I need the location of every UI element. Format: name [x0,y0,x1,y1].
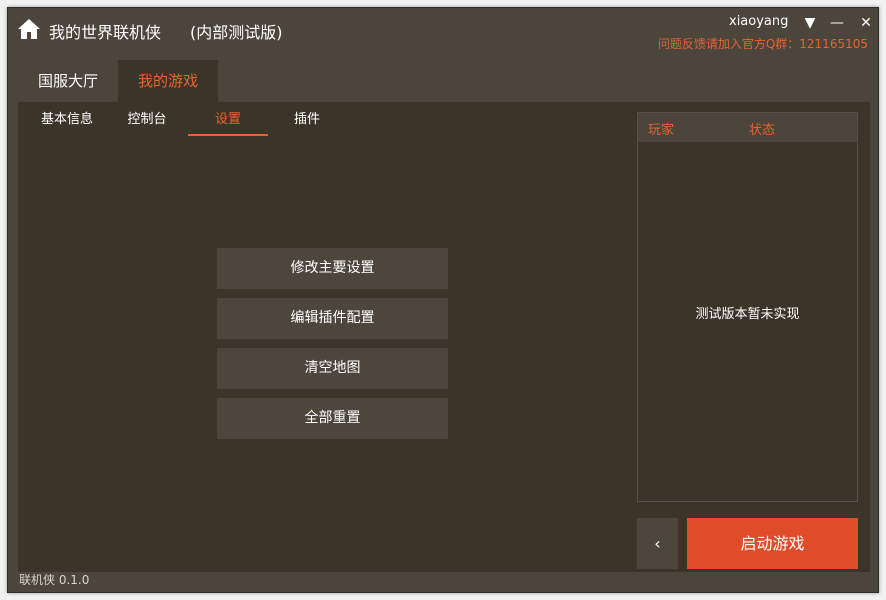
subtab-basic-info[interactable]: 基本信息 [28,108,106,136]
username[interactable]: xiaoyang [729,14,788,29]
app-window: 我的世界联机侠 (内部测试版) xiaoyang ▼ — ✕ 问题反馈请加入官方… [7,7,879,593]
tab-my-games[interactable]: 我的游戏 [118,60,218,102]
edit-plugin-config-button[interactable]: 编辑插件配置 [217,298,448,339]
reset-all-button[interactable]: 全部重置 [217,398,448,439]
players-empty-message: 测试版本暂未实现 [695,307,800,322]
players-table-header: 玩家 状态 [638,113,857,142]
minimize-button[interactable]: — [828,14,846,32]
subtab-plugins[interactable]: 插件 [268,108,346,136]
back-button[interactable]: ‹ [637,518,678,569]
clear-map-button[interactable]: 清空地图 [217,348,448,389]
app-title: 我的世界联机侠 [49,23,162,42]
home-icon[interactable] [17,17,41,41]
close-button[interactable]: ✕ [857,14,875,32]
edit-main-settings-button[interactable]: 修改主要设置 [217,248,448,289]
title-bar: 我的世界联机侠 (内部测试版) xiaoyang ▼ — ✕ 问题反馈请加入官方… [8,8,878,60]
players-panel: 玩家 状态 测试版本暂未实现 [637,112,858,502]
launch-game-button[interactable]: 启动游戏 [687,518,858,569]
tab-lobby[interactable]: 国服大厅 [18,60,118,102]
dropdown-menu-icon[interactable]: ▼ [801,14,819,32]
app-edition: (内部测试版) [190,23,283,42]
subtab-console[interactable]: 控制台 [108,108,186,136]
content-panel: 基本信息 控制台 设置 插件 修改主要设置 编辑插件配置 清空地图 全部重置 玩… [18,102,870,572]
feedback-notice: 问题反馈请加入官方Q群：121165105 [657,37,868,51]
column-header-status: 状态 [749,123,776,138]
version-label: 联机侠 0.1.0 [19,573,90,587]
column-header-player: 玩家 [648,123,675,138]
subtab-settings[interactable]: 设置 [188,108,268,136]
